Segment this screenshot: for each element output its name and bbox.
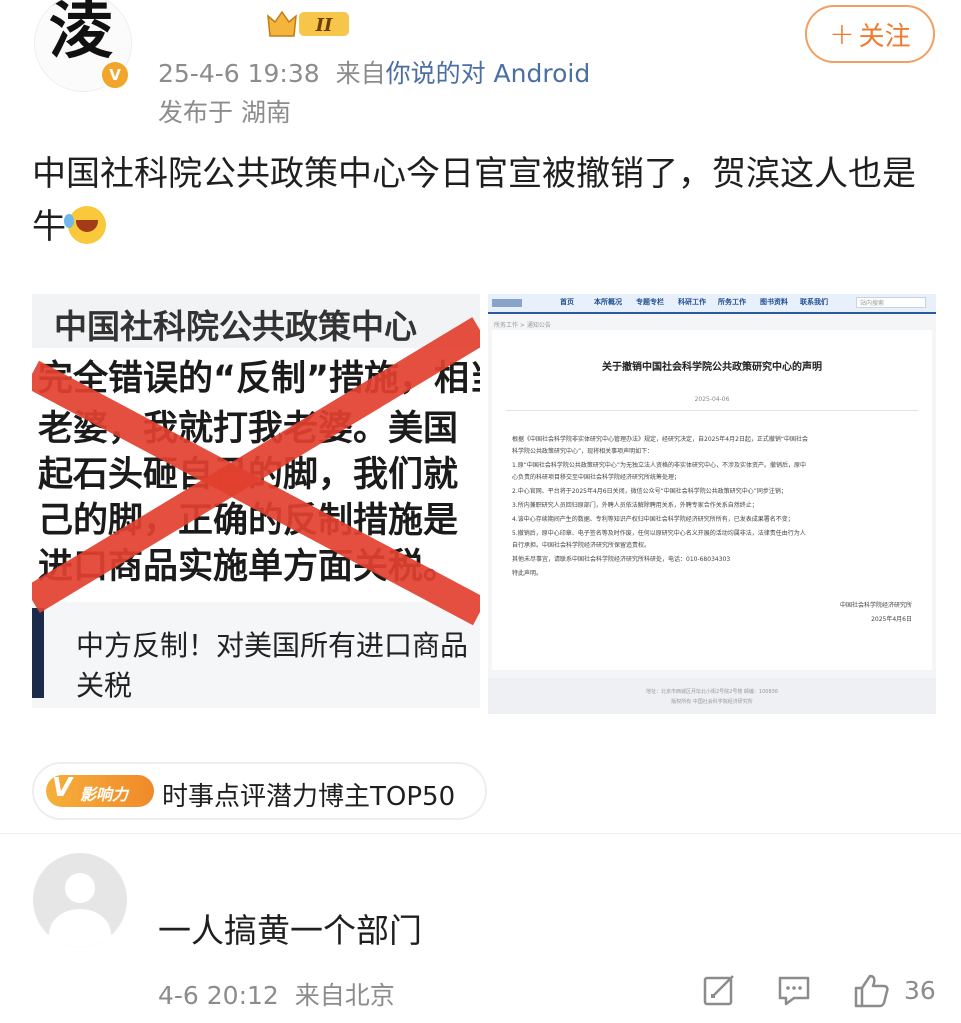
comment-source: 来自北京 — [294, 981, 395, 1010]
influence-tag: V 影响力 — [46, 773, 154, 807]
reply-icon[interactable] — [774, 970, 814, 1010]
notice-line: 自行承担。中国社会科学院经济研究所保留追责权。 — [512, 542, 651, 549]
notice-date: 2025-04-06 — [694, 396, 730, 403]
notice-line: 特此声明。 — [512, 570, 543, 577]
laugh-cry-emoji-icon — [64, 206, 106, 244]
image2-navbar: 首页 本所概况 专题专栏 科研工作 所务工作 图书资料 联系我们 站内搜索 — [488, 294, 936, 314]
notice-line: 5.撤销后，原中心印章、电子签名等及时作废，任何以原研究中心名义开展的活动均属非… — [512, 530, 806, 537]
influence-v-icon: V — [52, 773, 73, 803]
like-icon[interactable] — [852, 970, 892, 1010]
avatar-glyph: 淩 — [49, 0, 113, 68]
notice-line: 根据《中国社会科学院非实体研究中心管理办法》规定，经研究决定，自2025年4月2… — [512, 436, 809, 443]
nav-item: 图书资料 — [760, 298, 788, 306]
notice-line: 2.中心官网、平台将于2025年4月6日关闭，微信公众号“中国社会科学院公共政策… — [512, 488, 787, 495]
site-logo-icon — [492, 299, 522, 307]
site-search-input: 站内搜索 — [856, 297, 926, 308]
comment-time: 4-6 20:12 — [158, 981, 279, 1010]
like-count: 36 — [904, 976, 936, 1005]
notice-line: 心负责的科研项目移交至中国社会科学院经济研究所统筹处理； — [512, 474, 681, 481]
nav-item: 联系我们 — [800, 298, 828, 306]
post-meta: 25-4-6 19:38 来自你说的对 Android — [158, 54, 590, 90]
verified-v-icon: V — [100, 60, 130, 90]
post-image-2[interactable]: 首页 本所概况 专题专栏 科研工作 所务工作 图书资料 联系我们 站内搜索 所务… — [488, 294, 936, 714]
notice-signature: 中国社会科学院经济研究所 — [839, 602, 912, 609]
footer-line: 版权所有 中国社会科学院经济研究所 — [671, 699, 753, 705]
notice-line: 科学院公共政策研究中心”，现将相关事项声明如下： — [512, 448, 654, 455]
post-time: 25-4-6 19:38 — [158, 59, 320, 88]
notice-document: 关于撤销中国社会科学院公共政策研究中心的声明 2025-04-06 根据《中国社… — [492, 330, 932, 670]
follow-button[interactable]: + 关注 — [805, 5, 935, 63]
comment-meta: 4-6 20:12 来自北京 — [158, 976, 395, 1012]
influence-badge[interactable]: V 影响力 时事点评潜力博主TOP50 — [32, 762, 487, 820]
follow-label: 关注 — [858, 21, 911, 52]
notice-line: 4.该中心存续期间产生的数据、专利等知识产权归中国社会科学院经济研究所所有，已发… — [512, 516, 794, 523]
plus-icon: + — [829, 16, 855, 52]
notice-title: 关于撤销中国社会科学院公共政策研究中心的声明 — [602, 362, 822, 373]
level-badge[interactable]: II — [266, 8, 352, 40]
default-avatar-body — [49, 909, 111, 947]
nav-item: 专题专栏 — [636, 298, 664, 306]
influence-tag-text: 影响力 — [80, 785, 129, 804]
footer-line: 地址：北京市西城区月坛北小街2号院2号楼 邮编：100836 — [645, 689, 779, 695]
notice-line: 1.原“中国社会科学院公共政策研究中心”为无独立法人资格的非实体研究中心，不涉及… — [512, 462, 806, 469]
nav-item: 本所概况 — [594, 298, 622, 306]
image2-footer: 地址：北京市西城区月坛北小街2号院2号楼 邮编：100836 版权所有 中国社会… — [488, 678, 936, 714]
source-link[interactable]: 你说的对 Android — [386, 59, 591, 88]
nav-item: 首页 — [560, 298, 574, 306]
section-divider — [0, 833, 961, 834]
nav-item: 所务工作 — [718, 298, 746, 306]
divider — [506, 410, 918, 411]
commenter-avatar[interactable] — [33, 853, 127, 947]
red-cross-mark — [32, 317, 480, 626]
source-prefix: 来自 — [335, 59, 386, 88]
post-image-1[interactable]: 中国社科院公共政策中心 完全错误的“反制”措施，相当 老婆，我就打我老婆。美国 … — [32, 294, 480, 708]
post-body: 中国社科院公共政策中心今日官宣被撤销了，贺滨这人也是牛 — [32, 148, 932, 254]
level-text: II — [315, 15, 333, 36]
notice-line: 3.所内兼职研究人员回归原部门，外聘人员依法解除聘用关系，外聘专家合作关系自然终… — [512, 502, 758, 509]
notice-line: 其他未尽事宜，请联系中国社会科学院经济研究所科研处，电话：010-6803430… — [512, 556, 731, 563]
post-text: 中国社科院公共政策中心今日官宣被撤销了，贺滨这人也是牛 — [32, 154, 916, 247]
crown-icon — [267, 10, 297, 37]
comment-text: 一人搞黄一个部门 — [158, 911, 422, 950]
default-avatar-head — [65, 873, 95, 903]
repost-icon[interactable] — [699, 970, 739, 1010]
post-location: 发布于 湖南 — [158, 98, 291, 127]
notice-sign-date: 2025年4月6日 — [871, 616, 912, 623]
image2-breadcrumb: 所务工作 > 通知公告 — [494, 322, 551, 329]
nav-item: 科研工作 — [678, 298, 706, 306]
influence-label: 时事点评潜力博主TOP50 — [162, 782, 456, 812]
